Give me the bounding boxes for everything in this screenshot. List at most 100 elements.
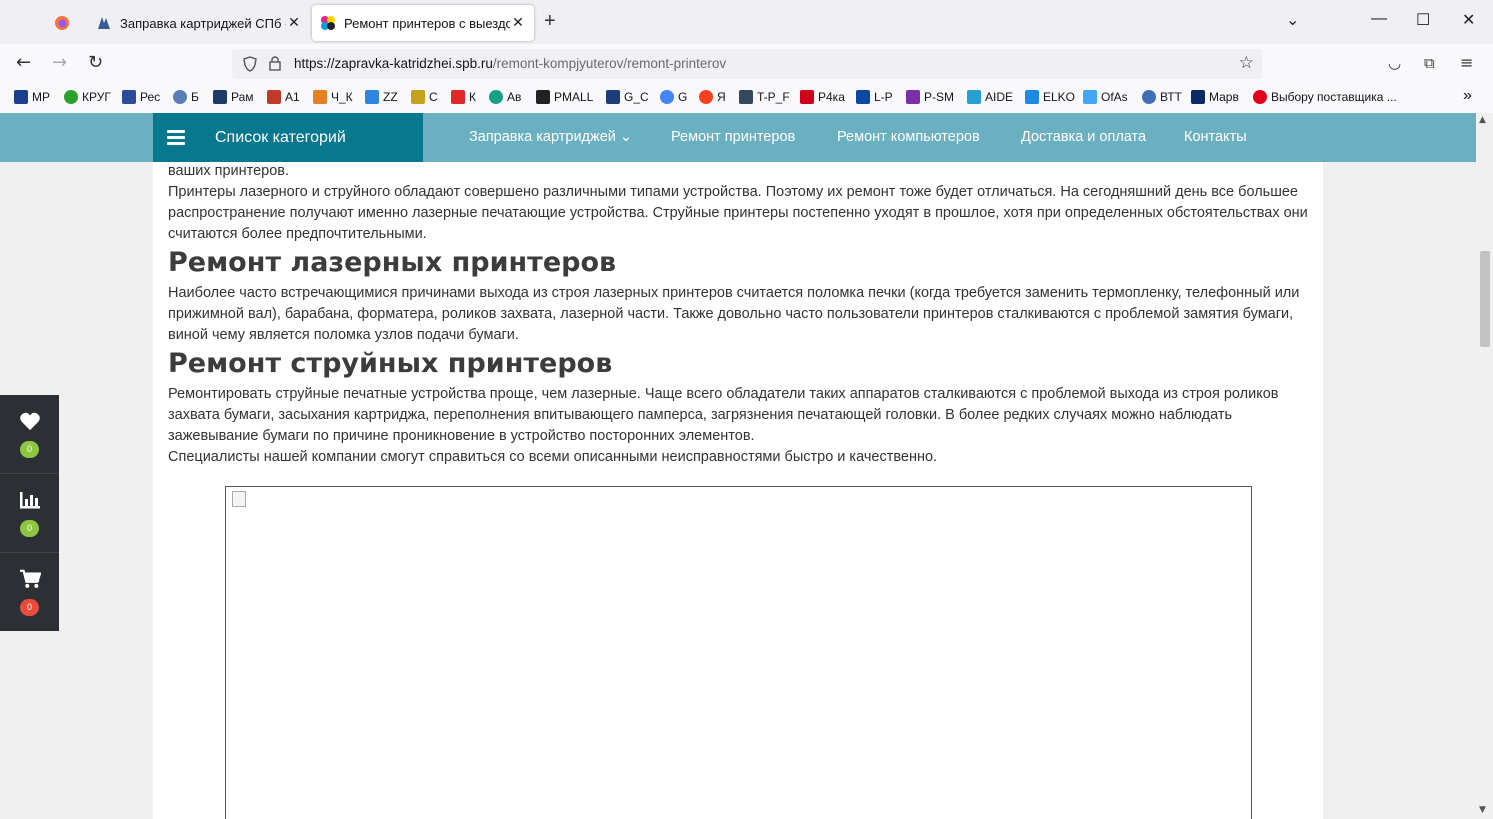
minimize-button[interactable]: — [1371,10,1387,28]
bookmark-zz[interactable]: ZZ [365,90,398,104]
globe-icon [173,90,187,104]
bookmark-label: Ав [507,90,522,104]
cart-button[interactable]: 0 [0,553,59,631]
scroll-down-icon[interactable]: ▼ [1479,805,1486,815]
bookmark-label: G [678,90,688,104]
new-tab-button[interactable]: + [544,10,556,33]
shield-icon[interactable] [242,56,258,72]
tab-strip: Заправка картриджей СПб - Ц ✕ Ремонт при… [0,0,1493,44]
k-icon [451,90,465,104]
embedded-frame[interactable] [225,486,1252,819]
bookmark-ofas[interactable]: OfAs [1083,90,1128,104]
btt-icon [1142,90,1156,104]
app-menu-icon[interactable]: ≡ [1460,53,1473,72]
bar-chart-icon [20,492,40,509]
psm-icon [906,90,920,104]
tab-remont-printerov[interactable]: Ремонт принтеров с выездом ✕ [312,5,534,41]
bookmark-lp[interactable]: L-P [856,90,893,104]
v-icon [1191,90,1205,104]
bookmark-label: Марв [1209,90,1239,104]
bookmark-p4[interactable]: Р4ка [800,90,845,104]
favorites-button[interactable]: 0 [0,395,59,474]
hp-icon [856,90,870,104]
pocket-icon[interactable]: ◡ [1388,54,1401,72]
heading-laser: Ремонт лазерных принтеров [168,247,617,278]
elko-icon [1025,90,1039,104]
bookmark-marv[interactable]: Марв [1191,90,1239,104]
nav-item-remont-printerov[interactable]: Ремонт принтеров [671,129,795,145]
bookmark-label: AIDE [985,90,1014,104]
bookmark-label: С [429,90,438,104]
bookmark-k[interactable]: К [451,90,476,104]
bookmark-krug[interactable]: КРУГ [64,90,111,104]
bookmark-c[interactable]: С [411,90,438,104]
nav-item-zapravka[interactable]: Заправка картриджей ⌄ [469,129,632,145]
tab-zapravka[interactable]: Заправка картриджей СПб - Ц ✕ [88,5,310,41]
bookmark-pmall[interactable]: PMALL [536,90,593,104]
bookmark-a1[interactable]: А1 [267,90,300,104]
firefox-icon [55,16,69,30]
bookmark-psm[interactable]: P-SM [906,90,954,104]
scrollbar-thumb[interactable] [1480,251,1490,347]
list-tabs-icon[interactable]: ⌄ [1286,10,1299,30]
scroll-up-icon[interactable]: ▲ [1479,115,1486,125]
bookmark-g[interactable]: G [660,90,687,104]
bookmark-star-icon[interactable]: ☆ [1239,53,1254,73]
back-button[interactable]: ← [16,52,31,73]
url-path: /remont-kompjyuterov/remont-printerov [492,56,727,71]
favorites-count-badge: 0 [20,441,39,458]
close-tab-icon[interactable]: ✕ [510,15,526,31]
bookmark-btt[interactable]: ВТТ [1142,90,1182,104]
tab-title: Ремонт принтеров с выездом [344,15,510,31]
nav-item-kontakty[interactable]: Контакты [1184,129,1247,145]
nav-item-dostavka[interactable]: Доставка и оплата [1021,129,1146,145]
av-icon [489,90,503,104]
bookmark-elko[interactable]: ELKO [1025,90,1075,104]
mp-icon [14,90,28,104]
extensions-icon[interactable]: ⧉ [1424,54,1435,72]
bookmark-aide[interactable]: AIDE [967,90,1013,104]
forward-button[interactable]: → [52,52,67,73]
close-window-button[interactable]: ✕ [1462,10,1475,30]
close-tab-icon[interactable]: ✕ [286,15,302,31]
intro-paragraph: Принтеры лазерного и струйного обладают … [168,184,1308,242]
inkjet-paragraph: Ремонтировать струйные печатные устройст… [168,386,1279,444]
bookmark-label: Рес [140,90,161,104]
bookmark-av[interactable]: Ав [489,90,521,104]
tab-title: Заправка картриджей СПб - Ц [120,15,286,31]
bookmark-rec[interactable]: Рес [122,90,160,104]
nav-item-remont-kompyuterov[interactable]: Ремонт компьютеров [837,129,980,145]
bookmark-label: OfAs [1101,90,1128,104]
ck-icon [313,90,327,104]
bookmark-mp[interactable]: МР [14,90,50,104]
bookmark-ck[interactable]: Ч_К [313,90,353,104]
reload-button[interactable]: ↻ [88,52,103,73]
bookmarks-toolbar: МР КРУГ Рес Б Рам А1 Ч_К ZZ С К Ав PMALL… [0,84,1493,114]
compare-button[interactable]: 0 [0,474,59,553]
c-icon [411,90,425,104]
bookmark-label: МР [32,90,50,104]
bookmark-tpf[interactable]: T-P_F [739,90,790,104]
bookmark-label: Выбору поставщика ... [1271,90,1397,104]
bookmark-label: А1 [285,90,300,104]
bookmark-gc[interactable]: G_C [606,90,649,104]
address-bar[interactable]: https://zapravka-katridzhei.spb.ru/remon… [232,49,1262,79]
cart-icon [20,569,41,588]
vertical-scrollbar[interactable]: ▲ ▼ [1476,113,1493,819]
bookmark-ya[interactable]: Я [699,90,726,104]
categories-button[interactable]: Список категорий [153,113,423,162]
lock-icon[interactable] [268,55,282,71]
zz-icon [365,90,379,104]
bookmark-b[interactable]: Б [173,90,199,104]
more-bookmarks-icon[interactable]: » [1463,87,1472,105]
intro-fragment: ваших принтеров. [168,163,290,179]
bookmark-ram[interactable]: Рам [213,90,254,104]
heading-inkjet: Ремонт струйных принтеров [168,348,613,379]
maximize-button[interactable]: ☐ [1416,10,1430,30]
bookmark-label: Р4ка [818,90,845,104]
bookmark-label: ZZ [383,90,398,104]
firefox-view-button[interactable] [40,8,84,38]
red-circle-icon [1253,90,1267,104]
bookmark-label: P-SM [924,90,954,104]
bookmark-vyboru[interactable]: Выбору поставщика ... [1253,90,1397,104]
